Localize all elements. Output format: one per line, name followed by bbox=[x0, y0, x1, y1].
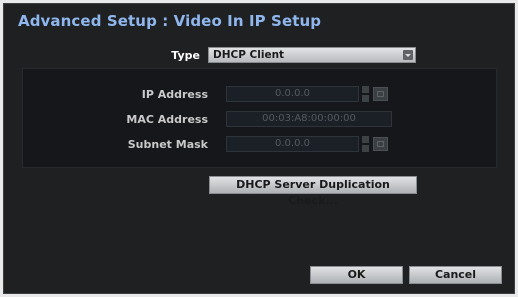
stepper-down-icon[interactable] bbox=[362, 95, 369, 102]
ip-address-keypad-button[interactable] bbox=[373, 87, 388, 101]
stepper-down-icon[interactable] bbox=[362, 145, 369, 152]
subnet-mask-stepper[interactable] bbox=[362, 136, 369, 152]
ip-address-label: IP Address bbox=[141, 88, 208, 101]
stepper-up-icon[interactable] bbox=[362, 136, 369, 143]
ip-address-row: IP Address 0.0.0.0 bbox=[23, 86, 496, 104]
stepper-up-icon[interactable] bbox=[362, 86, 369, 93]
mac-address-label: MAC Address bbox=[126, 113, 208, 126]
subnet-mask-keypad-button[interactable] bbox=[373, 137, 388, 151]
ok-button[interactable]: OK bbox=[310, 266, 403, 284]
video-in-ip-setup-dialog: Advanced Setup : Video In IP Setup Type … bbox=[3, 3, 515, 294]
cancel-button[interactable]: Cancel bbox=[409, 266, 502, 284]
type-dropdown[interactable]: DHCP Client bbox=[208, 47, 416, 63]
type-selected-value: DHCP Client bbox=[213, 49, 285, 61]
ip-address-field[interactable]: 0.0.0.0 bbox=[226, 86, 359, 102]
network-settings-panel: IP Address 0.0.0.0 MAC Address 00:03:A8:… bbox=[22, 68, 497, 168]
chevron-down-icon[interactable] bbox=[403, 50, 413, 60]
dhcp-duplication-check-button[interactable]: DHCP Server Duplication Check... bbox=[209, 176, 417, 207]
type-label: Type bbox=[171, 49, 200, 62]
mac-address-field: 00:03:A8:00:00:00 bbox=[226, 111, 392, 127]
mac-address-row: MAC Address 00:03:A8:00:00:00 bbox=[23, 111, 496, 129]
dialog-title: Advanced Setup : Video In IP Setup bbox=[18, 12, 322, 30]
subnet-mask-row: Subnet Mask 0.0.0.0 bbox=[23, 136, 496, 154]
ip-address-stepper[interactable] bbox=[362, 86, 369, 102]
type-row: Type DHCP Client bbox=[4, 46, 514, 66]
subnet-mask-label: Subnet Mask bbox=[127, 138, 208, 151]
subnet-mask-field[interactable]: 0.0.0.0 bbox=[226, 136, 359, 152]
